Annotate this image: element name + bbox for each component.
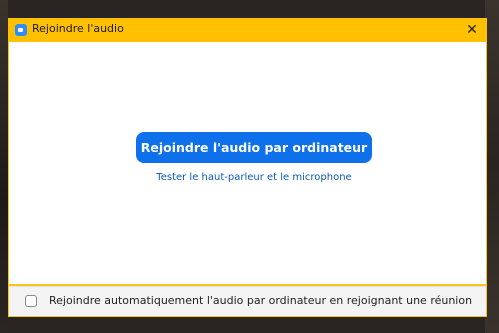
title-bar: Rejoindre l'audio ✕ [8,18,487,42]
zoom-camera-icon [15,24,27,36]
background-left [0,0,8,333]
background-right [485,0,499,333]
join-computer-audio-button[interactable]: Rejoindre l'audio par ordinateur [136,132,372,163]
auto-join-checkbox[interactable] [25,295,37,307]
test-speaker-microphone-link[interactable]: Tester le haut-parleur et le microphone [136,172,372,183]
auto-join-label[interactable]: Rejoindre automatiquement l'audio par or… [49,294,472,307]
dialog-content: Rejoindre l'audio par ordinateur Tester … [9,42,486,284]
window-title: Rejoindre l'audio [32,22,124,35]
join-audio-dialog: Rejoindre l'audio ✕ Rejoindre l'audio pa… [8,18,487,317]
dialog-footer: Rejoindre automatiquement l'audio par or… [9,286,486,316]
close-icon[interactable]: ✕ [457,18,487,42]
